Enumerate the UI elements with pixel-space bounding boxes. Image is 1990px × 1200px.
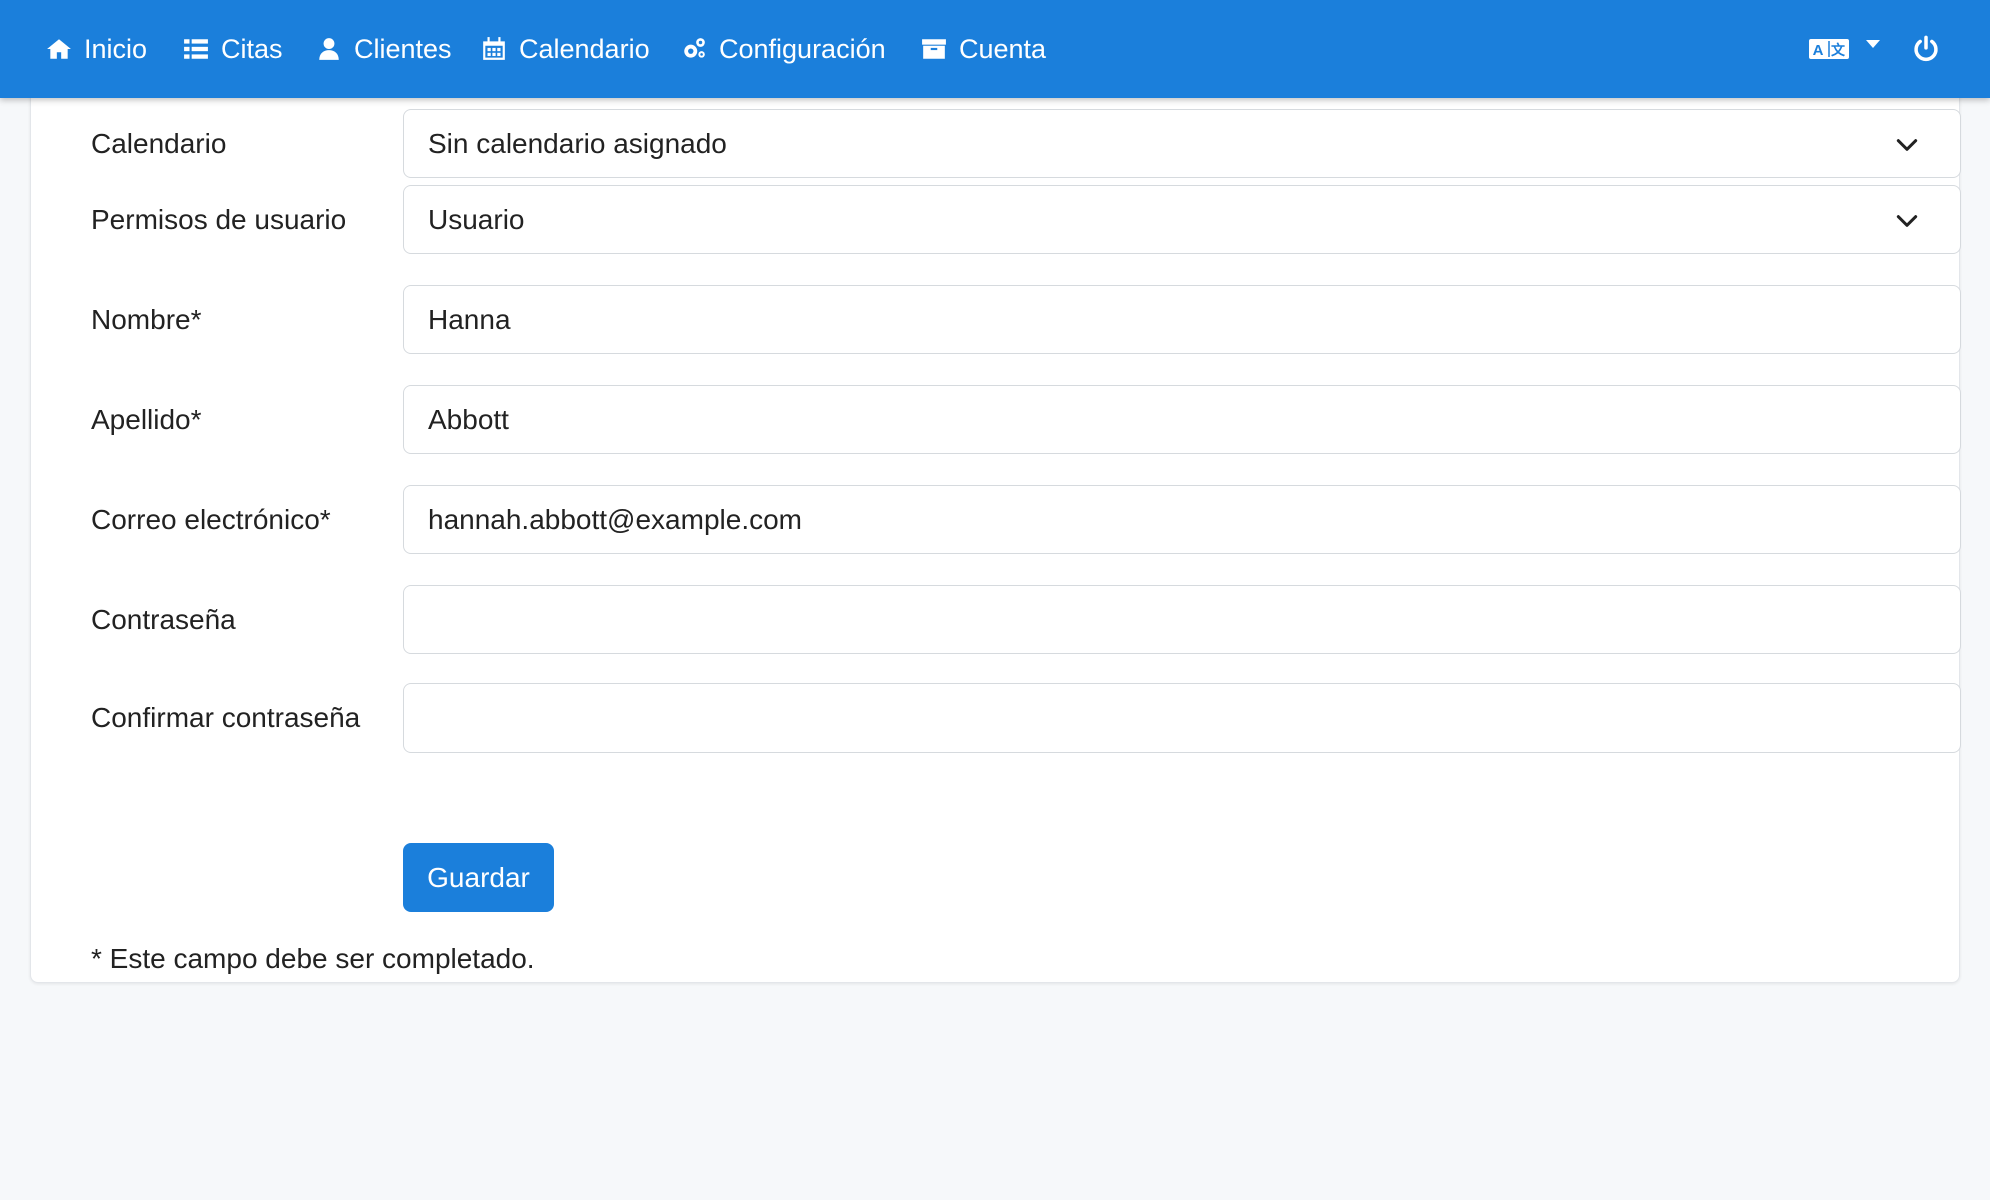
save-button[interactable]: Guardar [403, 843, 554, 912]
first-name-field[interactable] [403, 285, 1961, 354]
list-icon [184, 39, 208, 59]
chevron-down-icon [1896, 215, 1918, 227]
nav-clientes[interactable]: Clientes [316, 0, 452, 98]
logout-button[interactable] [1912, 0, 1940, 98]
calendar-select[interactable]: Sin calendario asignado [403, 109, 1961, 178]
power-icon [1914, 35, 1938, 62]
permissions-select[interactable]: Usuario [403, 185, 1961, 254]
password-label: Contraseña [91, 603, 236, 635]
nav-label: Clientes [354, 33, 452, 64]
svg-text:文: 文 [1831, 42, 1846, 59]
nav-cuenta[interactable]: Cuenta [921, 0, 1046, 98]
email-label: Correo electrónico* [91, 503, 331, 535]
nav-configuracion[interactable]: Configuración [681, 0, 886, 98]
calendar-icon [483, 37, 505, 60]
confirm-password-label: Confirmar contraseña [91, 701, 361, 733]
password-field[interactable] [403, 585, 1961, 654]
calendar-select-value: Sin calendario asignado [428, 127, 727, 159]
last-name-label: Apellido* [91, 403, 202, 435]
required-fields-note: * Este campo debe ser completado. [91, 943, 535, 974]
permissions-label: Permisos de usuario [91, 203, 347, 235]
language-dropdown[interactable]: A 文 [1808, 0, 1882, 98]
nav-label: Calendario [519, 33, 650, 64]
calendar-label: Calendario [91, 127, 227, 159]
nav-citas[interactable]: Citas [183, 0, 283, 98]
svg-text:A: A [1813, 42, 1824, 59]
nav-label: Inicio [84, 33, 148, 64]
nav-label: Citas [221, 33, 283, 64]
chevron-down-icon [1896, 139, 1918, 151]
nav-label: Cuenta [959, 33, 1047, 64]
user-form-card: Calendario Sin calendario asignado Permi… [30, 60, 1961, 983]
language-icon: A 文 [1809, 39, 1849, 59]
email-field[interactable] [403, 485, 1961, 554]
home-icon [47, 39, 71, 59]
last-name-field[interactable] [403, 385, 1961, 454]
confirm-password-field[interactable] [403, 683, 1961, 753]
nav-calendario[interactable]: Calendario [481, 0, 650, 98]
archive-icon [922, 39, 946, 59]
nav-inicio[interactable]: Inicio [46, 0, 147, 98]
nav-label: Configuración [719, 33, 886, 64]
top-navbar: Inicio Citas Clientes Calendario Configu… [0, 0, 1990, 98]
user-icon [319, 38, 339, 60]
caret-down-icon [1866, 40, 1880, 48]
permissions-select-value: Usuario [428, 203, 525, 235]
cogs-icon [684, 38, 705, 58]
first-name-label: Nombre* [91, 303, 202, 335]
